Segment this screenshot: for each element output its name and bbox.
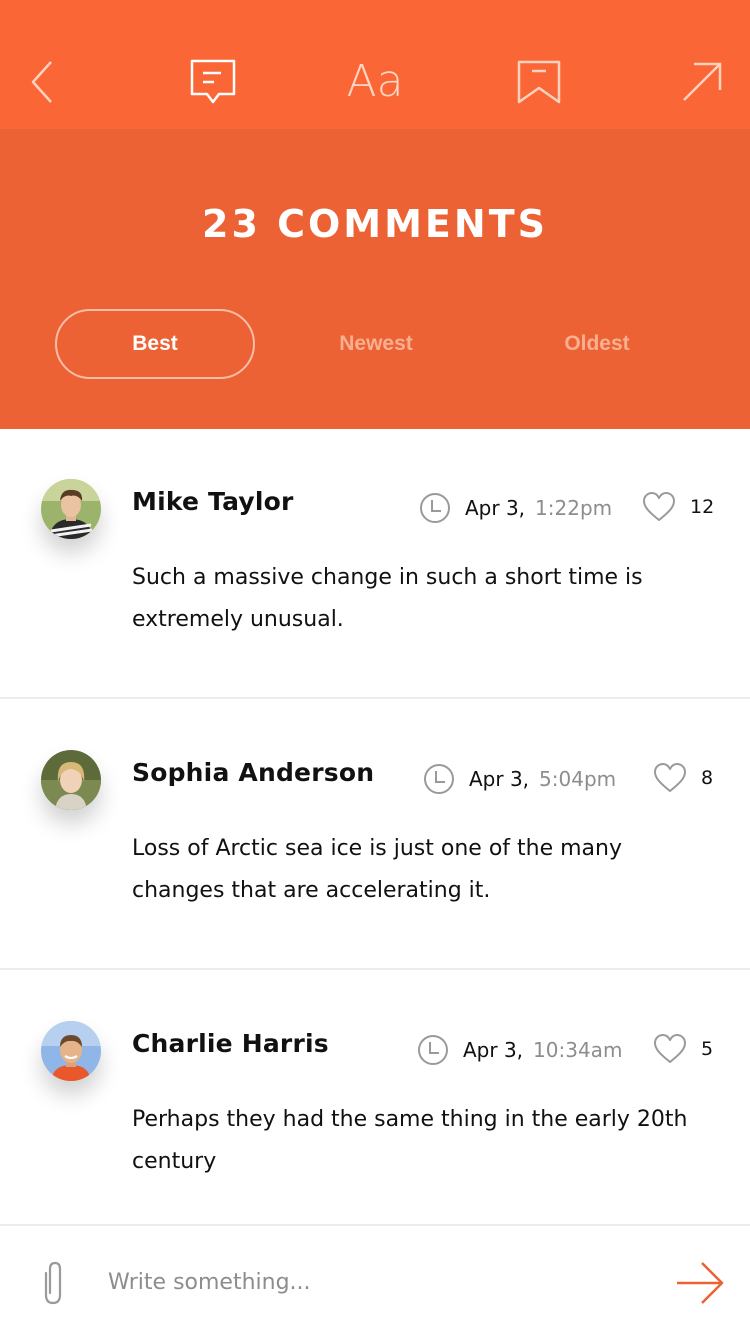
comment-date: Apr 3, xyxy=(469,767,530,791)
comment-text: Perhaps they had the same thing in the e… xyxy=(132,1107,688,1174)
comment-composer xyxy=(0,1224,750,1334)
comment-author[interactable]: Mike Taylor xyxy=(132,487,294,516)
comment-author[interactable]: Charlie Harris xyxy=(132,1029,329,1058)
comment-time: 5:04pm xyxy=(539,767,617,791)
top-toolbar: Aa xyxy=(0,0,750,129)
back-chevron-icon xyxy=(31,61,52,103)
heart-icon xyxy=(654,1034,686,1063)
paperclip-icon[interactable] xyxy=(36,1259,70,1307)
comment-author[interactable]: Sophia Anderson xyxy=(132,758,374,787)
clock-icon xyxy=(418,1035,448,1065)
comment-timestamp: Apr 3, 10:34am xyxy=(417,1033,622,1067)
heart-icon xyxy=(654,763,686,792)
tab-newest[interactable]: Newest xyxy=(276,309,476,379)
comment-timestamp: Apr 3, 1:22pm xyxy=(419,491,612,525)
comment-date: Apr 3, xyxy=(463,1038,524,1062)
comment-time: 1:22pm xyxy=(535,496,613,520)
comment-input[interactable] xyxy=(108,1262,628,1302)
comments-header: 23 COMMENTS Best Newest Oldest xyxy=(0,129,750,429)
like-count: 5 xyxy=(701,1038,714,1060)
like-count: 8 xyxy=(701,767,714,789)
share-button[interactable] xyxy=(676,56,728,108)
tab-best[interactable]: Best xyxy=(55,309,255,379)
avatar[interactable] xyxy=(41,1021,101,1081)
clock-icon xyxy=(420,493,450,523)
heart-icon xyxy=(643,492,675,521)
comment-item: Mike Taylor Apr 3, 1:22pm 12 Such a mass… xyxy=(0,429,750,699)
font-size-icon: Aa xyxy=(346,56,404,107)
bookmark-button[interactable] xyxy=(513,56,565,108)
tab-oldest[interactable]: Oldest xyxy=(497,309,697,379)
like-button[interactable]: 5 xyxy=(653,1031,713,1067)
comment-text: Loss of Arctic sea ice is just one of th… xyxy=(132,836,622,903)
comment-date: Apr 3, xyxy=(465,496,526,520)
avatar[interactable] xyxy=(41,479,101,539)
send-arrow-icon[interactable] xyxy=(674,1259,726,1307)
comment-time: 10:34am xyxy=(533,1038,623,1062)
comments-count-title: 23 COMMENTS xyxy=(202,202,548,246)
like-button[interactable]: 8 xyxy=(653,760,713,796)
back-button[interactable] xyxy=(22,56,62,108)
comments-button[interactable] xyxy=(185,56,241,108)
share-arrow-icon xyxy=(683,62,722,101)
comment-item: Charlie Harris Apr 3, 10:34am 5 Perhaps … xyxy=(0,971,750,1224)
clock-icon xyxy=(424,764,454,794)
comment-item: Sophia Anderson Apr 3, 5:04pm 8 Loss of … xyxy=(0,700,750,970)
comment-text: Such a massive change in such a short ti… xyxy=(132,565,643,632)
font-size-button[interactable]: Aa xyxy=(340,56,410,108)
comments-icon xyxy=(190,59,236,104)
comment-timestamp: Apr 3, 5:04pm xyxy=(423,762,616,796)
like-button[interactable]: 12 xyxy=(642,489,714,525)
avatar[interactable] xyxy=(41,750,101,810)
sort-tabs: Best Newest Oldest xyxy=(55,309,695,379)
like-count: 12 xyxy=(690,496,715,518)
bookmark-icon xyxy=(517,60,561,104)
